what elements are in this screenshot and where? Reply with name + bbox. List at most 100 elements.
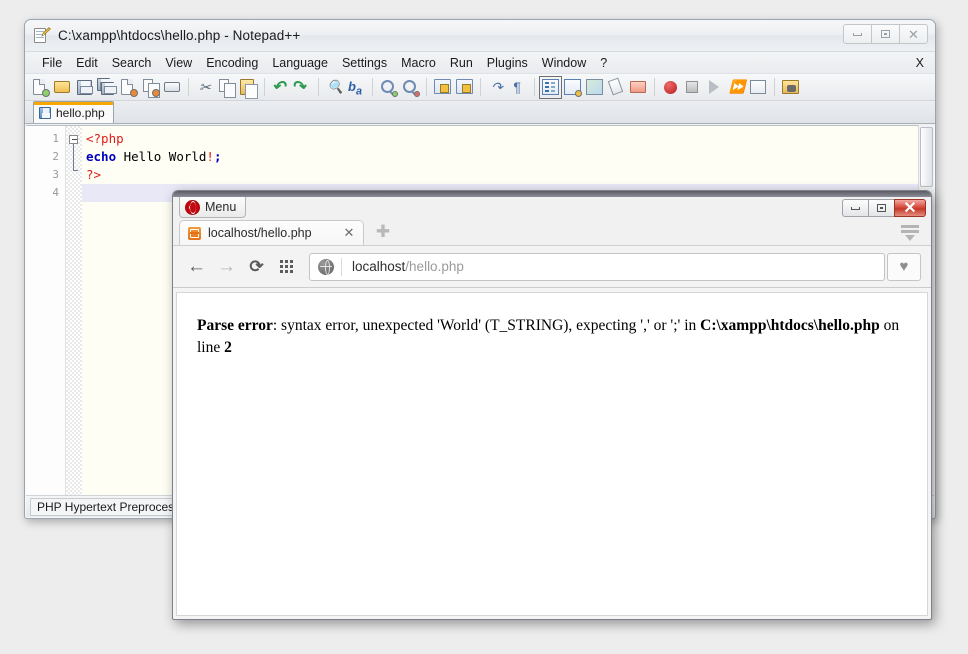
bookmark-heart-button[interactable]: ♥ [887, 253, 921, 281]
address-bar[interactable]: localhost/hello.php [309, 253, 885, 281]
run-macro-multiple-icon[interactable]: ⏩ [726, 77, 747, 98]
globe-icon[interactable] [318, 259, 334, 275]
forward-button[interactable]: → [213, 253, 240, 280]
code-token: <?php [86, 131, 124, 146]
save-macro-icon[interactable] [748, 77, 769, 98]
notepad-title-text: C:\xampp\htdocs\hello.php - Notepad++ [58, 28, 300, 43]
undo-icon[interactable]: ↶ [270, 77, 291, 98]
opera-tab-title: localhost/hello.php [208, 226, 333, 240]
folder-as-workspace-icon[interactable] [628, 77, 649, 98]
notepad-tabbar: hello.php [25, 101, 935, 124]
line-number: 2 [26, 148, 65, 166]
opera-tab-localhost-hello-php[interactable]: localhost/hello.php ✕ [179, 220, 364, 245]
floppy-disk-icon [39, 107, 51, 119]
menu-item-view[interactable]: View [158, 54, 199, 72]
function-list-icon[interactable] [606, 77, 627, 98]
zoom-out-icon[interactable] [400, 77, 421, 98]
new-tab-icon[interactable]: ✚ [372, 221, 394, 243]
notepad-minimize-button[interactable] [843, 24, 872, 44]
menu-item-file[interactable]: File [35, 54, 69, 72]
code-line-2: echo Hello World!; [82, 148, 934, 166]
pencil-glyph [40, 27, 51, 38]
opera-menu-button[interactable]: Menu [179, 197, 246, 218]
back-button[interactable]: ← [183, 253, 210, 280]
new-file-icon[interactable] [30, 77, 51, 98]
code-folding-column[interactable] [66, 126, 82, 495]
browser-page-content: Parse error: syntax error, unexpected 'W… [176, 292, 928, 616]
tab-close-icon[interactable]: ✕ [341, 225, 357, 241]
arrow-left-icon: ← [187, 257, 206, 276]
menu-item-encoding[interactable]: Encoding [199, 54, 265, 72]
sync-vertical-icon[interactable] [432, 77, 453, 98]
error-line-number: 2 [224, 339, 232, 356]
save-all-icon[interactable] [96, 77, 117, 98]
toolbar-separator [318, 78, 319, 96]
close-all-icon[interactable] [140, 77, 161, 98]
toolbar-separator [534, 78, 535, 96]
xampp-favicon [188, 227, 201, 240]
code-line-1: <?php [82, 130, 934, 148]
error-text-part1: : syntax error, unexpected 'World' (T_ST… [273, 317, 700, 334]
code-token: Hello World [116, 149, 206, 164]
menu-item-settings[interactable]: Settings [335, 54, 394, 72]
code-token: ; [214, 149, 222, 164]
speed-dial-button[interactable] [273, 253, 300, 280]
play-macro-icon[interactable] [704, 77, 725, 98]
menu-item-language[interactable]: Language [265, 54, 335, 72]
sidebar-panel-icon[interactable] [901, 225, 919, 241]
reload-button[interactable]: ⟳ [243, 253, 270, 280]
notepad-tab-hello-php[interactable]: hello.php [33, 101, 114, 123]
menu-item-macro[interactable]: Macro [394, 54, 443, 72]
menu-item-run[interactable]: Run [443, 54, 480, 72]
collapse-fold-icon[interactable] [69, 135, 78, 144]
zoom-in-icon[interactable] [378, 77, 399, 98]
address-bar-divider [341, 258, 342, 276]
menu-item-window[interactable]: Window [535, 54, 593, 72]
menu-item-help[interactable]: ? [593, 54, 614, 72]
open-file-icon[interactable] [52, 77, 73, 98]
opera-logo-icon [185, 200, 200, 215]
paste-icon[interactable] [238, 77, 259, 98]
sync-horizontal-icon[interactable] [454, 77, 475, 98]
copy-icon[interactable] [216, 77, 237, 98]
opera-browser-window: Menu ✕ localhost/hello.php ✕ ✚ ← → ⟳ loc… [172, 190, 932, 620]
opera-restore-button[interactable] [868, 199, 895, 217]
speed-dial-apps-icon [280, 260, 294, 274]
scrollbar-thumb[interactable] [920, 127, 933, 187]
menu-item-plugins[interactable]: Plugins [480, 54, 535, 72]
notepad-close-button[interactable]: ✕ [899, 24, 928, 44]
record-macro-icon[interactable] [660, 77, 681, 98]
cut-icon[interactable]: ✂ [194, 77, 215, 98]
print-icon[interactable] [162, 77, 183, 98]
code-token: ?> [86, 167, 101, 182]
notepad-titlebar[interactable]: C:\xampp\htdocs\hello.php - Notepad++ ✕ [25, 20, 935, 52]
line-number: 4 [26, 184, 65, 202]
save-icon[interactable] [74, 77, 95, 98]
line-number: 3 [26, 166, 65, 184]
notepad-restore-button[interactable] [871, 24, 900, 44]
opera-close-button[interactable]: ✕ [894, 199, 926, 217]
url-path: /hello.php [405, 259, 464, 274]
opera-menu-label: Menu [205, 200, 236, 214]
stop-recording-icon[interactable] [682, 77, 703, 98]
show-all-chars-icon[interactable]: ¶ [508, 77, 529, 98]
close-file-icon[interactable] [118, 77, 139, 98]
reload-icon: ⟳ [249, 258, 263, 275]
word-wrap-icon[interactable]: ↷ [486, 77, 507, 98]
line-number-gutter: 1 2 3 4 [26, 126, 66, 495]
menu-item-edit[interactable]: Edit [69, 54, 105, 72]
close-icon: ✕ [903, 198, 916, 218]
run-icon[interactable] [780, 77, 801, 98]
replace-icon[interactable]: ba [346, 77, 367, 98]
notepad-menubar: File Edit Search View Encoding Language … [25, 52, 935, 74]
indent-guide-icon[interactable] [540, 77, 561, 98]
redo-icon[interactable]: ↶ [292, 77, 313, 98]
find-icon[interactable]: 🔍 [324, 77, 345, 98]
document-map-icon[interactable] [584, 77, 605, 98]
menu-item-search[interactable]: Search [105, 54, 159, 72]
user-defined-dialog-icon[interactable] [562, 77, 583, 98]
code-token: ! [206, 149, 214, 164]
code-line-3: ?> [82, 166, 934, 184]
close-document-x-button[interactable]: X [916, 56, 924, 70]
opera-minimize-button[interactable] [842, 199, 869, 217]
